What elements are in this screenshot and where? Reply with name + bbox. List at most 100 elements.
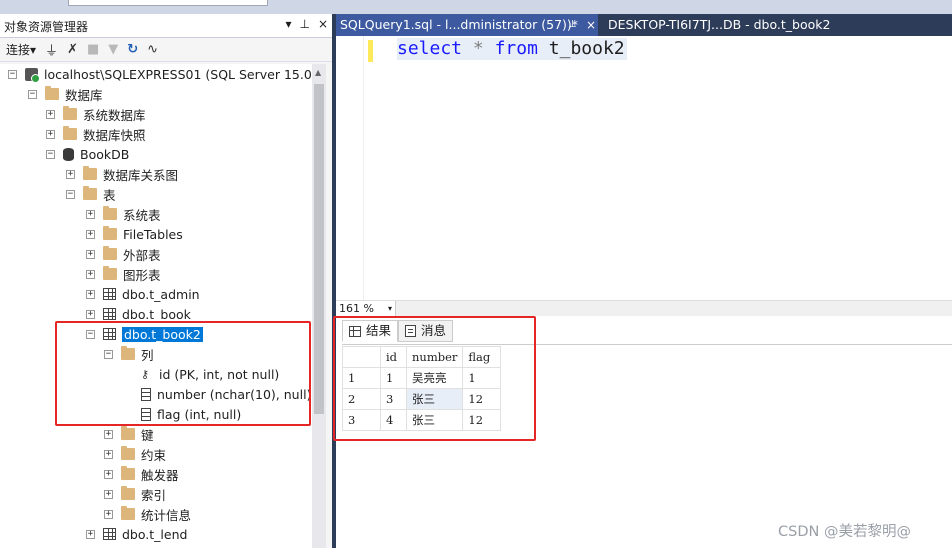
cell-number[interactable]: 张三 xyxy=(405,409,464,431)
expand-icon[interactable]: + xyxy=(66,169,75,179)
expand-icon[interactable]: + xyxy=(86,309,95,319)
cell-id[interactable]: 4 xyxy=(380,409,407,431)
refresh-icon[interactable]: ↻ xyxy=(127,42,138,57)
results-grid[interactable]: id number flag 1 1 吴亮亮 1 2 3 张三 12 3 4 张… xyxy=(342,346,502,431)
connect-button[interactable]: 连接▾ xyxy=(6,41,36,58)
expand-icon[interactable]: + xyxy=(86,249,95,259)
table-row[interactable]: 3 4 张三 12 xyxy=(342,409,502,431)
tab-close-icon[interactable]: × xyxy=(586,14,596,36)
expand-icon[interactable]: + xyxy=(104,489,113,499)
tree-node[interactable]: + 统计信息 xyxy=(104,504,191,524)
tree-node[interactable]: + 触发器 xyxy=(104,464,179,484)
tab-pin-icon[interactable]: ⊥ xyxy=(568,14,577,36)
tree-node[interactable]: number (nchar(10), null) xyxy=(124,384,311,404)
sql-line-1[interactable]: select * from t_book2 xyxy=(397,38,627,60)
column-header-flag[interactable]: flag xyxy=(462,346,502,368)
table-row[interactable]: 2 3 张三 12 xyxy=(342,388,502,410)
tree-node-label: 数据库 xyxy=(65,87,103,103)
tab-messages[interactable]: 消息 xyxy=(398,320,454,342)
connect-plug-icon[interactable]: ⏚ xyxy=(45,40,58,59)
cell-number[interactable]: 张三 xyxy=(405,388,464,410)
tree-node[interactable]: + FileTables xyxy=(86,224,183,244)
tree-node-label: 图形表 xyxy=(123,267,161,283)
column-header-number[interactable]: number xyxy=(405,346,464,368)
stop-icon[interactable]: ■ xyxy=(87,42,99,57)
cell-id[interactable]: 3 xyxy=(380,388,407,410)
expand-icon[interactable]: + xyxy=(104,449,113,459)
tree-node[interactable]: + 外部表 xyxy=(86,244,161,264)
activity-monitor-icon[interactable]: ∿ xyxy=(147,42,158,57)
grid-corner[interactable] xyxy=(342,346,381,368)
toolbar-combo[interactable] xyxy=(68,0,268,6)
cell-flag[interactable]: 12 xyxy=(462,388,502,410)
cell-number[interactable]: 吴亮亮 xyxy=(405,367,464,389)
object-explorer-panel: 对象资源管理器 ▾ ⊥ × 连接▾ ⏚ ✗ ■ ▼ ↻ ∿ − localhost… xyxy=(0,14,332,548)
row-number[interactable]: 1 xyxy=(342,367,381,389)
tree-node[interactable]: − localhost\SQLEXPRESS01 (SQL Server 15.0… xyxy=(8,64,312,84)
expand-icon[interactable]: + xyxy=(86,529,95,539)
collapse-icon[interactable]: − xyxy=(86,329,95,339)
sql-editor[interactable]: select * from t_book2 xyxy=(336,36,952,300)
cell-id[interactable]: 1 xyxy=(380,367,407,389)
collapse-icon[interactable]: − xyxy=(8,69,17,79)
collapse-icon[interactable]: − xyxy=(66,189,75,199)
tree-vertical-scrollbar[interactable]: ▲ xyxy=(312,64,326,548)
object-explorer-titlebar: 对象资源管理器 ▾ ⊥ × xyxy=(0,14,332,38)
expand-icon[interactable]: + xyxy=(86,209,95,219)
keyword-select: select xyxy=(397,38,463,59)
tree-node[interactable]: + 键 xyxy=(104,424,154,444)
tree-node[interactable]: − dbo.t_book2 xyxy=(86,324,203,344)
expand-icon[interactable]: + xyxy=(86,289,95,299)
tree-node[interactable]: + 索引 xyxy=(104,484,166,504)
expand-icon[interactable]: + xyxy=(104,469,113,479)
operator-star: * xyxy=(472,38,484,59)
expand-icon[interactable]: + xyxy=(86,229,95,239)
cell-flag[interactable]: 12 xyxy=(462,409,502,431)
tree-node[interactable]: + 系统表 xyxy=(86,204,161,224)
tree-node[interactable]: + 数据库关系图 xyxy=(66,164,178,184)
tree-node[interactable]: + dbo.t_lend xyxy=(86,524,187,544)
tree-node[interactable]: + dbo.t_book xyxy=(86,304,191,324)
expand-icon[interactable]: + xyxy=(46,109,55,119)
tree-node-label: 列 xyxy=(141,347,154,363)
zoom-selector[interactable]: 161 % ▾ xyxy=(336,301,396,316)
cell-flag[interactable]: 1 xyxy=(462,367,502,389)
editor-gutter xyxy=(336,36,364,300)
scroll-up-arrow-icon[interactable]: ▲ xyxy=(315,68,321,77)
row-number[interactable]: 2 xyxy=(342,388,381,410)
panel-menu-icon[interactable]: ▾ xyxy=(285,17,291,31)
column-header-id[interactable]: id xyxy=(380,346,407,368)
collapse-icon[interactable]: − xyxy=(28,89,37,99)
tab-sqlquery1[interactable]: SQLQuery1.sql - l...dministrator (57))* … xyxy=(336,14,598,36)
disconnect-icon[interactable]: ✗ xyxy=(67,42,78,57)
tree-node[interactable]: flag (int, null) xyxy=(124,404,241,424)
row-number[interactable]: 3 xyxy=(342,409,381,431)
expand-icon[interactable]: + xyxy=(46,129,55,139)
close-icon[interactable]: × xyxy=(318,17,328,31)
tree-node[interactable]: − BookDB xyxy=(46,144,129,164)
tree-node[interactable]: − 数据库 xyxy=(28,84,103,104)
tree-node[interactable]: ⚷ id (PK, int, not null) xyxy=(124,364,279,384)
expand-icon[interactable]: + xyxy=(104,509,113,519)
expand-icon[interactable]: + xyxy=(104,429,113,439)
filter-icon[interactable]: ▼ xyxy=(108,42,118,57)
tree-node[interactable]: + dbo.t_admin xyxy=(86,284,200,304)
tree-node[interactable]: − 列 xyxy=(104,344,154,364)
collapse-icon[interactable]: − xyxy=(104,349,113,359)
table-row[interactable]: 1 1 吴亮亮 1 xyxy=(342,367,502,389)
tree-node[interactable]: + 图形表 xyxy=(86,264,161,284)
tab-table-design[interactable]: DESKTOP-TI6I7TJ...DB - dbo.t_book2 xyxy=(604,14,952,36)
tree-node-label: 表 xyxy=(103,187,116,203)
table-icon xyxy=(103,528,116,540)
tree-node[interactable]: − 表 xyxy=(66,184,116,204)
collapse-icon[interactable]: − xyxy=(46,149,55,159)
tree-node[interactable]: + 系统数据库 xyxy=(46,104,146,124)
expand-icon[interactable]: + xyxy=(86,269,95,279)
pin-icon[interactable]: ⊥ xyxy=(299,17,309,31)
tab-results[interactable]: 结果 xyxy=(342,320,399,342)
tree-node[interactable]: + 约束 xyxy=(104,444,166,464)
scrollbar-thumb[interactable] xyxy=(314,84,324,414)
tree-node[interactable]: + 数据库快照 xyxy=(46,124,146,144)
editor-horizontal-scrollbar[interactable]: 161 % ▾ xyxy=(336,300,952,316)
